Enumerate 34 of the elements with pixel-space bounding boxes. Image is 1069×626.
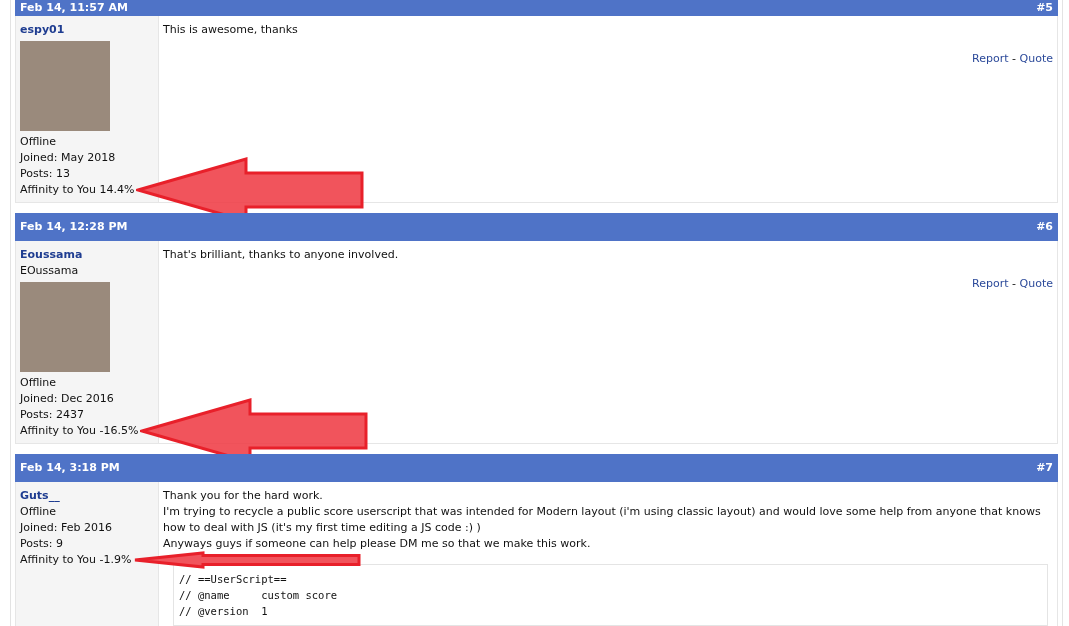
- post-count: Posts: 13: [20, 166, 71, 182]
- post-date: Feb 14, 3:18 PM: [20, 460, 120, 476]
- online-status: Offline: [20, 134, 58, 150]
- post-text: Thank you for the hard work.: [163, 488, 324, 504]
- post-count: Posts: 2437: [20, 407, 85, 423]
- post-number: #5: [1036, 1, 1053, 15]
- quote-link[interactable]: Quote: [1019, 52, 1053, 65]
- join-date: Joined: May 2018: [20, 150, 117, 166]
- post-number: #7: [1036, 460, 1053, 476]
- online-status: Offline: [20, 504, 58, 520]
- post-text: This is awesome, thanks: [163, 22, 299, 38]
- join-date: Joined: Dec 2016: [20, 391, 115, 407]
- username-link[interactable]: espy01: [20, 23, 65, 36]
- online-status: Offline: [20, 375, 58, 391]
- post-date: Feb 14, 12:28 PM: [20, 219, 128, 235]
- post-text: That's brilliant, thanks to anyone involved.: [163, 247, 400, 263]
- username-link[interactable]: Guts__: [20, 489, 60, 502]
- report-link[interactable]: Report: [972, 52, 1009, 65]
- post-number: #6: [1036, 219, 1053, 235]
- report-link[interactable]: Report: [972, 277, 1009, 290]
- username-link[interactable]: Eoussama: [20, 248, 83, 261]
- post-text: I'm trying to recycle a public score userscript that was intended for Modern layout (i'm using classic layout) and would love some help from anyone that knows how to deal with JS (it's my first time editing a JS code :) ): [163, 504, 1042, 536]
- join-date: Joined: Feb 2016: [20, 520, 113, 536]
- user-title: EOussama: [20, 263, 80, 279]
- link-separator: -: [1012, 52, 1017, 65]
- post-date: Feb 14, 11:57 AM: [20, 1, 128, 15]
- post-text: Anyways guys if someone can help please DM me so that we make this work.: [163, 536, 592, 552]
- affinity-text: Affinity to You -1.9%: [20, 553, 132, 566]
- link-separator: -: [1012, 277, 1017, 290]
- code-block: // ==UserScript== // @name custom score // @version 1: [173, 564, 1048, 626]
- affinity-text: Affinity to You 14.4%: [20, 183, 135, 196]
- affinity-text: Affinity to You -16.5%: [20, 424, 139, 437]
- post-count: Posts: 9: [20, 536, 64, 552]
- quote-link[interactable]: Quote: [1019, 277, 1053, 290]
